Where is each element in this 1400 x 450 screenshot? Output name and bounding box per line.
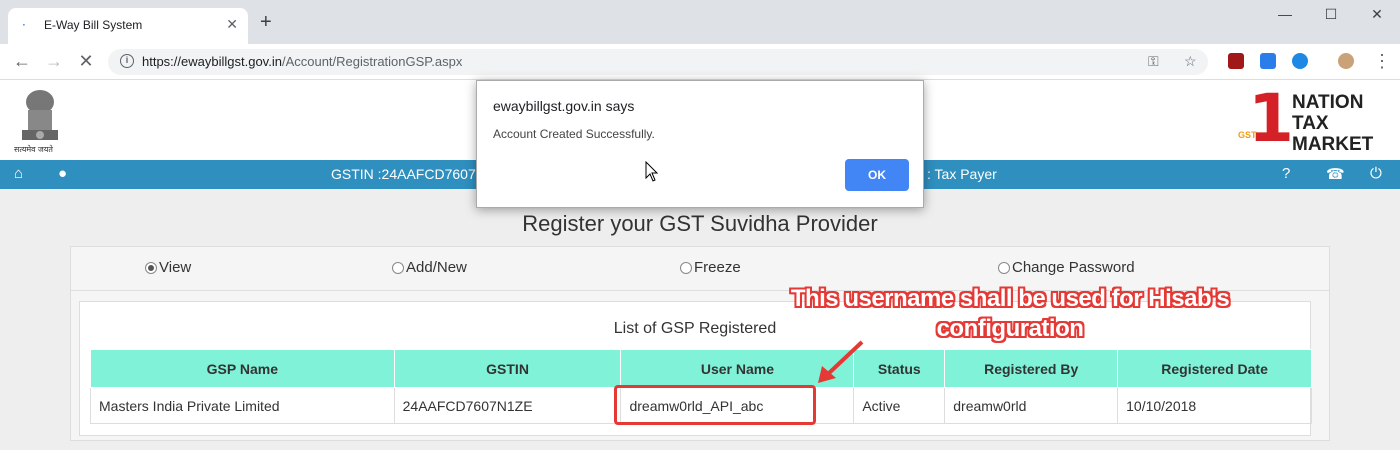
col-header-gsp-name: GSP Name <box>90 349 395 388</box>
gstin-label: GSTIN :24AAFCD7607 <box>331 166 476 182</box>
star-icon[interactable]: ☆ <box>1184 53 1197 70</box>
ok-button[interactable]: OK <box>845 159 909 191</box>
help-icon[interactable]: ? <box>1282 165 1290 182</box>
cell-registered-by: dreamw0rld <box>944 387 1119 424</box>
browser-tab[interactable]: ⋅ E-Way Bill System ✕ <box>8 8 248 44</box>
back-icon[interactable]: ← <box>10 51 34 71</box>
user-icon[interactable]: ● <box>58 165 67 182</box>
col-header-registered-date: Registered Date <box>1117 349 1312 388</box>
cell-registered-date: 10/10/2018 <box>1117 387 1312 424</box>
radio-freeze-dot[interactable] <box>680 261 692 274</box>
brand-logo: 1 GST NATION TAX MARKET <box>1232 86 1392 158</box>
col-header-registered-by: Registered By <box>944 349 1119 388</box>
loading-icon: ⋅ <box>22 18 26 32</box>
key-icon[interactable]: ⚿ <box>1148 53 1159 70</box>
tab-title: E-Way Bill System <box>44 18 143 32</box>
radio-change-password-dot[interactable] <box>998 261 1010 274</box>
username-highlight-box <box>614 385 816 425</box>
dialog-title: ewaybillgst.gov.in says <box>493 98 635 114</box>
brand-numeral: 1 <box>1248 80 1294 157</box>
user-type-label: : Tax Payer <box>927 166 997 182</box>
browser-tabstrip: ⋅ E-Way Bill System ✕ + — ☐ ✕ <box>0 0 1400 44</box>
brand-line-1: NATION <box>1292 92 1364 113</box>
phone-icon[interactable]: ☎ <box>1326 165 1345 183</box>
forward-icon[interactable]: → <box>42 51 66 71</box>
home-icon[interactable]: ⌂ <box>14 165 23 182</box>
dialog-message: Account Created Successfully. <box>493 127 655 141</box>
window-close-icon[interactable]: ✕ <box>1362 6 1392 23</box>
radio-view-dot[interactable] <box>145 261 157 274</box>
radio-view[interactable]: View <box>145 259 191 276</box>
url-host: https://ewaybillgst.gov.in <box>142 54 282 69</box>
address-bar[interactable]: i https://ewaybillgst.gov.in/Account/Reg… <box>108 49 1208 75</box>
page-title: Register your GST Suvidha Provider <box>522 211 878 236</box>
cell-status: Active <box>853 387 946 424</box>
radio-freeze[interactable]: Freeze <box>680 259 741 276</box>
cell-gstin: 24AAFCD7607N1ZE <box>393 387 622 424</box>
mouse-cursor-icon <box>645 161 659 182</box>
browser-toolbar: ← → ✕ i https://ewaybillgst.gov.in/Accou… <box>0 44 1400 80</box>
maximize-icon[interactable]: ☐ <box>1316 6 1346 23</box>
radio-add-new-label: Add/New <box>406 259 467 276</box>
col-header-user-name: User Name <box>620 349 855 388</box>
radio-view-label: View <box>159 259 192 276</box>
info-icon[interactable]: i <box>120 54 134 68</box>
ublock-extension-icon[interactable] <box>1228 53 1244 69</box>
radio-add-new[interactable]: Add/New <box>392 259 467 276</box>
url-text: https://ewaybillgst.gov.in/Account/Regis… <box>142 54 462 69</box>
brand-line-3: MARKET <box>1292 134 1374 155</box>
radio-change-password-label: Change Password <box>1012 259 1135 276</box>
annotation-callout: This username shall be used for Hisab's … <box>790 285 1230 342</box>
brand-line-2: TAX <box>1292 113 1329 134</box>
table-header-row: GSP Name GSTIN User Name Status Register… <box>90 349 1312 388</box>
extension-icon[interactable] <box>1260 53 1276 69</box>
new-tab-icon[interactable]: + <box>260 12 272 32</box>
profile-avatar[interactable] <box>1338 53 1354 69</box>
power-icon[interactable]: ⏻ <box>1370 165 1382 182</box>
col-header-gstin: GSTIN <box>393 349 622 388</box>
close-tab-icon[interactable]: ✕ <box>226 16 238 33</box>
brand-badge: GST <box>1238 130 1257 140</box>
radio-change-password[interactable]: Change Password <box>998 259 1135 276</box>
radio-freeze-label: Freeze <box>694 259 741 276</box>
stop-icon[interactable]: ✕ <box>74 51 98 71</box>
extension-globe-icon[interactable] <box>1292 53 1308 69</box>
alert-dialog: ewaybillgst.gov.in says Account Created … <box>476 80 924 208</box>
url-path: /Account/RegistrationGSP.aspx <box>281 54 463 69</box>
radio-add-new-dot[interactable] <box>392 261 404 274</box>
col-header-status: Status <box>853 349 946 388</box>
minimize-icon[interactable]: — <box>1270 6 1300 22</box>
menu-icon[interactable]: ⋮ <box>1370 51 1394 71</box>
emblem-caption: सत्यमेव जयते <box>14 145 53 154</box>
cell-gsp-name: Masters India Private Limited <box>90 387 395 424</box>
